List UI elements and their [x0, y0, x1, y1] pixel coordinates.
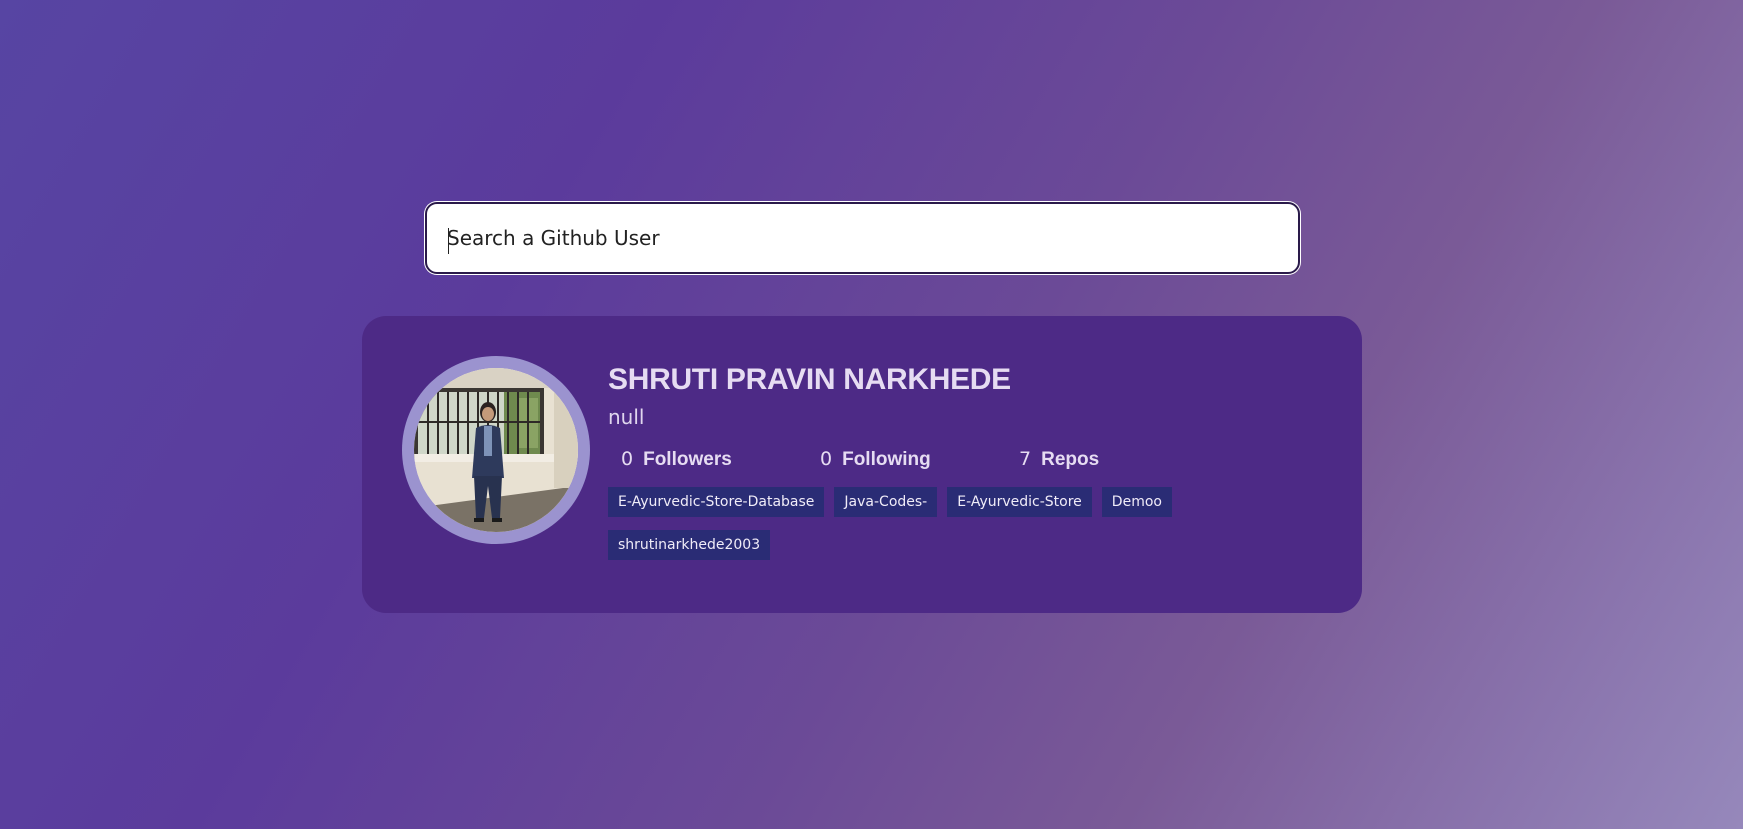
repo-link[interactable]: E-Ayurvedic-Store	[947, 487, 1092, 517]
repo-link[interactable]: shrutinarkhede2003	[608, 530, 771, 560]
text-caret	[448, 228, 449, 254]
avatar-photo	[414, 368, 578, 532]
profile-bio: null	[608, 405, 645, 429]
stat-following: 0 Following	[807, 448, 1006, 471]
repo-link[interactable]: Java-Codes-	[834, 487, 938, 517]
repo-list: E-Ayurvedic-Store-Database Java-Codes- E…	[608, 487, 1248, 573]
profile-name: SHRUTI PRAVIN NARKHEDE	[608, 363, 1011, 396]
profile-card: SHRUTI PRAVIN NARKHEDE null 0 Followers …	[362, 316, 1362, 613]
profile-info: SHRUTI PRAVIN NARKHEDE null 0 Followers …	[608, 360, 1328, 573]
followers-label: Followers	[643, 449, 732, 470]
repo-link[interactable]: Demoo	[1101, 487, 1172, 517]
following-count: 0	[820, 448, 833, 470]
avatar	[414, 368, 578, 532]
search-input[interactable]	[427, 204, 1298, 272]
following-label: Following	[842, 449, 931, 470]
stat-followers: 0 Followers	[608, 448, 807, 471]
stat-repos: 7 Repos	[1006, 448, 1205, 471]
repo-link[interactable]: E-Ayurvedic-Store-Database	[608, 487, 825, 517]
profile-stats: 0 Followers 0 Following 7 Repos	[608, 448, 1328, 471]
avatar-ring	[402, 356, 590, 544]
search-box[interactable]	[425, 202, 1300, 274]
repos-label: Repos	[1041, 449, 1100, 470]
followers-count: 0	[621, 448, 634, 470]
repos-count: 7	[1019, 448, 1032, 470]
